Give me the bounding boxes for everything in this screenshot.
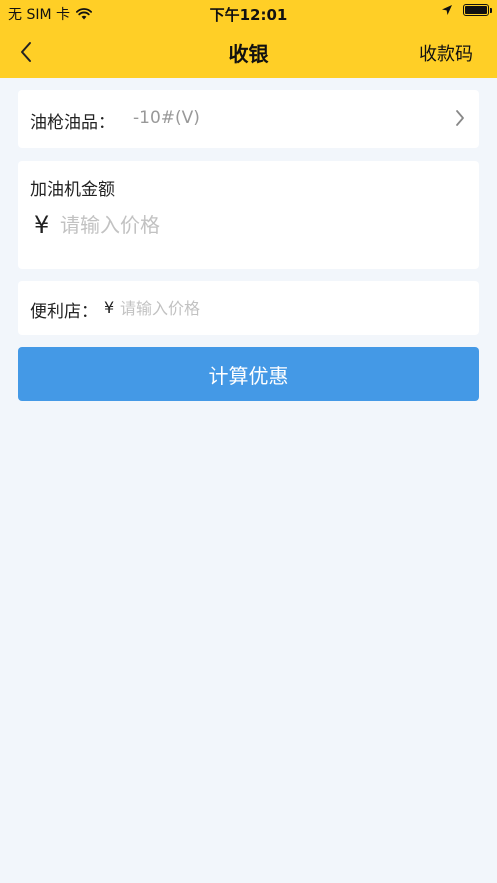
- status-right: [441, 4, 492, 16]
- status-bar: 无 SIM 卡 下午12:01: [0, 0, 497, 26]
- qr-code-button[interactable]: 收款码: [419, 40, 473, 66]
- store-amount-card: 便利店： ¥: [18, 281, 479, 335]
- battery-icon: [463, 4, 492, 16]
- app-header: 无 SIM 卡 下午12:01 收银 收款码: [0, 0, 497, 78]
- store-currency: ¥: [104, 298, 115, 317]
- store-label: 便利店：: [30, 302, 98, 322]
- store-amount-input[interactable]: [120, 293, 460, 323]
- pump-amount-title: 加油机金额: [30, 180, 115, 200]
- fuel-label: 油枪油品：: [30, 113, 115, 133]
- chevron-right-icon: [456, 110, 464, 126]
- nav-bar: 收银 收款码: [0, 26, 497, 78]
- pump-amount-card: 加油机金额 ¥: [18, 161, 479, 269]
- pump-amount-input[interactable]: [60, 207, 460, 243]
- calculate-discount-button[interactable]: 计算优惠: [18, 347, 479, 401]
- fuel-selector[interactable]: 油枪油品： -10#(V): [18, 90, 479, 148]
- location-arrow-icon: [442, 5, 452, 15]
- fuel-value: -10#(V): [133, 108, 200, 128]
- status-time: 下午12:01: [209, 6, 288, 24]
- pump-amount-currency: ¥: [34, 211, 50, 239]
